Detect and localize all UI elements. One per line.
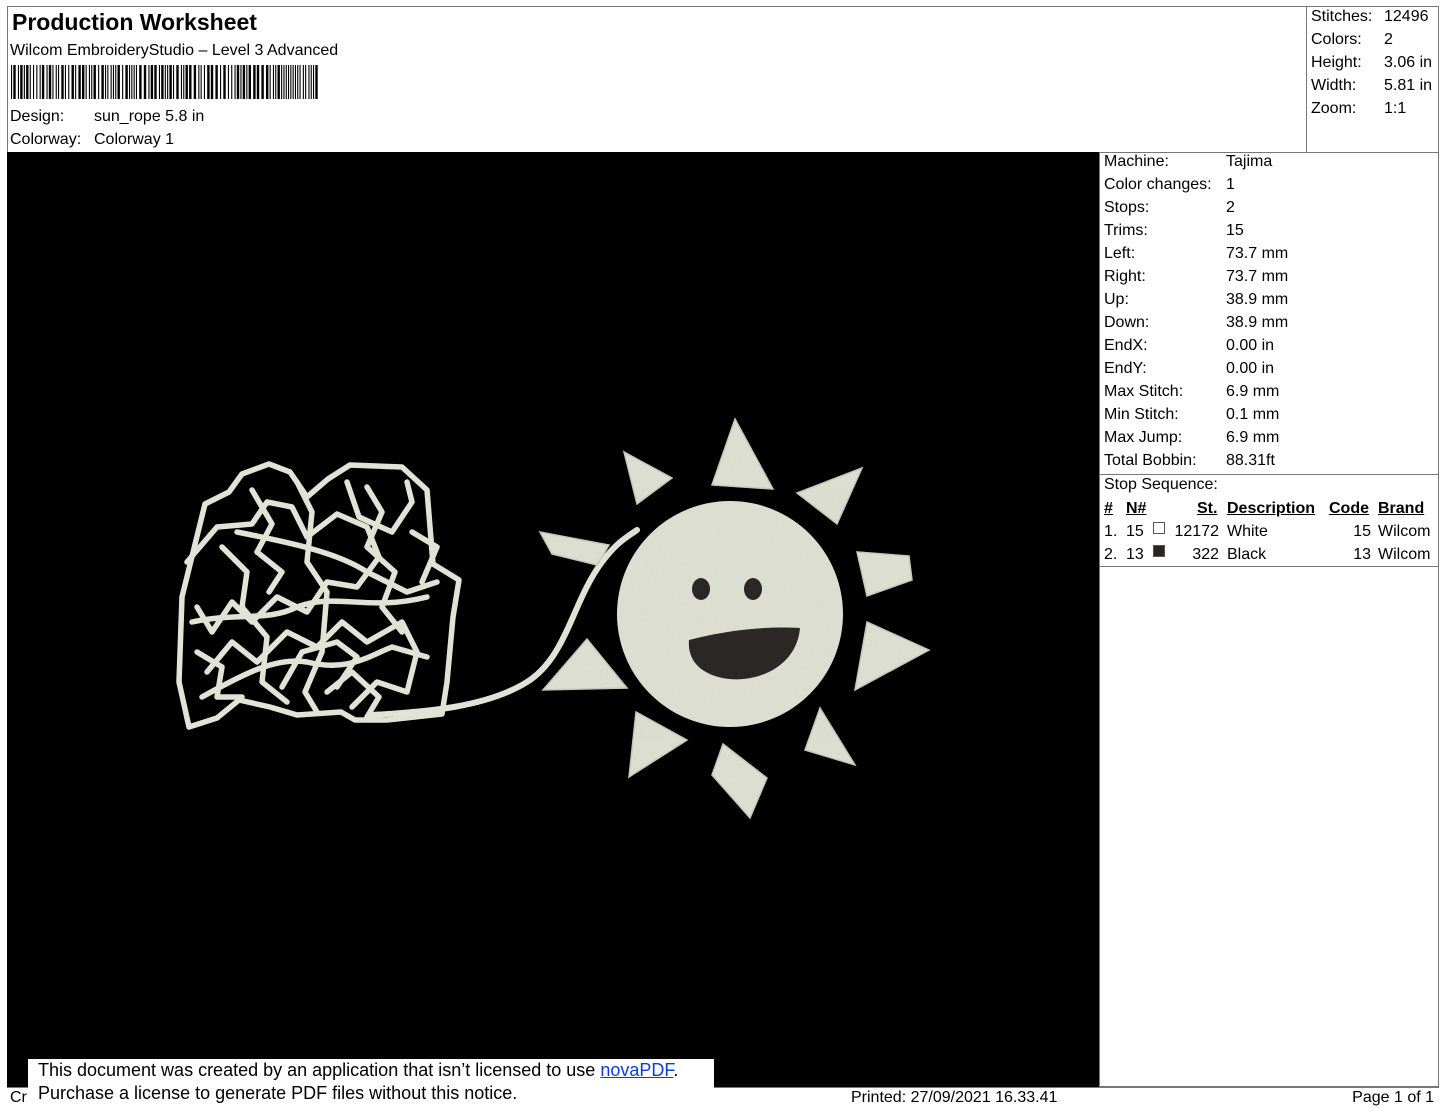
machine-label: Right: bbox=[1104, 268, 1146, 285]
row-code: 15 bbox=[1353, 523, 1371, 540]
summary-divider bbox=[1306, 6, 1307, 153]
col-code: Code bbox=[1329, 500, 1369, 517]
row-stitches: 322 bbox=[1192, 546, 1219, 563]
machine-value: 0.00 in bbox=[1226, 360, 1275, 377]
left-eye bbox=[692, 578, 710, 600]
notice-period: . bbox=[673, 1060, 679, 1080]
machine-label: Total Bobbin: bbox=[1104, 452, 1197, 469]
summary-label: Height: bbox=[1311, 54, 1362, 71]
col-brand: Brand bbox=[1378, 500, 1425, 517]
design-preview bbox=[7, 152, 1099, 1087]
col-stitches: St. bbox=[1197, 500, 1218, 517]
col-description: Description bbox=[1227, 500, 1316, 517]
row-stitches: 12172 bbox=[1174, 523, 1220, 540]
page-number: Page 1 of 1 bbox=[1352, 1089, 1434, 1106]
machine-label: Up: bbox=[1104, 291, 1129, 308]
row-needle: 15 bbox=[1126, 523, 1144, 540]
row-description: White bbox=[1227, 523, 1268, 540]
colorway-value: Colorway 1 bbox=[94, 131, 175, 148]
row-num: 2. bbox=[1104, 546, 1118, 563]
machine-label: Machine: bbox=[1104, 153, 1169, 170]
machine-value: 6.9 mm bbox=[1226, 383, 1280, 400]
row-num: 1. bbox=[1104, 523, 1118, 540]
machine-value: 0.00 in bbox=[1226, 337, 1275, 354]
summary-value: 12496 bbox=[1384, 8, 1429, 25]
summary-label: Width: bbox=[1311, 77, 1357, 94]
printed-date: Printed: 27/09/2021 16.33.41 bbox=[851, 1089, 1058, 1106]
notice-text: This document was created by an applicat… bbox=[38, 1060, 601, 1080]
row-brand: Wilcom bbox=[1378, 546, 1431, 563]
machine-label: Min Stitch: bbox=[1104, 406, 1179, 423]
machine-label: Max Stitch: bbox=[1104, 383, 1184, 400]
stop-sequence-title: Stop Sequence: bbox=[1104, 476, 1218, 493]
machine-value: 73.7 mm bbox=[1226, 268, 1289, 285]
machine-value: 88.31ft bbox=[1226, 452, 1275, 469]
machine-value: 73.7 mm bbox=[1226, 245, 1289, 262]
info-divider-1 bbox=[1099, 474, 1439, 475]
machine-value: 38.9 mm bbox=[1226, 291, 1289, 308]
footer-left-text: Cr bbox=[10, 1089, 27, 1106]
machine-label: Trims: bbox=[1104, 222, 1148, 239]
sun-face bbox=[617, 501, 843, 727]
design-label: Design: bbox=[10, 108, 65, 125]
color-swatch bbox=[1153, 545, 1165, 557]
barcode bbox=[11, 65, 318, 99]
row-code: 13 bbox=[1353, 546, 1371, 563]
color-swatch bbox=[1153, 522, 1165, 534]
machine-label: Stops: bbox=[1104, 199, 1150, 216]
summary-value: 3.06 in bbox=[1384, 54, 1433, 71]
novapdf-link[interactable]: novaPDF bbox=[600, 1060, 673, 1080]
machine-label: Max Jump: bbox=[1104, 429, 1183, 446]
design-value: sun_rope 5.8 in bbox=[94, 108, 205, 125]
summary-value: 2 bbox=[1384, 31, 1393, 48]
row-needle: 13 bbox=[1126, 546, 1144, 563]
summary-value: 1:1 bbox=[1384, 100, 1407, 117]
summary-label: Zoom: bbox=[1311, 100, 1357, 117]
machine-value: 0.1 mm bbox=[1226, 406, 1280, 423]
machine-label: EndX: bbox=[1104, 337, 1148, 354]
colorway-label: Colorway: bbox=[10, 131, 82, 148]
summary-label: Colors: bbox=[1311, 31, 1362, 48]
col-num: # bbox=[1104, 500, 1113, 517]
machine-value: 2 bbox=[1226, 199, 1235, 216]
rope-tangle bbox=[176, 461, 462, 730]
info-divider-2 bbox=[1099, 566, 1439, 567]
notice-line-2: Purchase a license to generate PDF files… bbox=[38, 1083, 518, 1103]
machine-label: Left: bbox=[1104, 245, 1136, 262]
machine-label: Color changes: bbox=[1104, 176, 1212, 193]
machine-value: 15 bbox=[1226, 222, 1244, 239]
notice-line-1: This document was created by an applicat… bbox=[38, 1059, 714, 1082]
software-name: Wilcom EmbroideryStudio – Level 3 Advanc… bbox=[10, 42, 339, 59]
row-brand: Wilcom bbox=[1378, 523, 1431, 540]
machine-label: Down: bbox=[1104, 314, 1150, 331]
page-title: Production Worksheet bbox=[12, 9, 257, 35]
right-eye bbox=[744, 578, 762, 600]
machine-value: 6.9 mm bbox=[1226, 429, 1280, 446]
col-needle: N# bbox=[1126, 500, 1147, 517]
machine-value: 1 bbox=[1226, 176, 1235, 193]
row-description: Black bbox=[1227, 546, 1267, 563]
license-notice: This document was created by an applicat… bbox=[28, 1059, 714, 1113]
summary-label: Stitches: bbox=[1311, 8, 1373, 25]
machine-value: Tajima bbox=[1226, 153, 1273, 170]
embroidery-artwork bbox=[176, 417, 931, 820]
machine-value: 38.9 mm bbox=[1226, 314, 1289, 331]
summary-value: 5.81 in bbox=[1384, 77, 1433, 94]
machine-label: EndY: bbox=[1104, 360, 1147, 377]
